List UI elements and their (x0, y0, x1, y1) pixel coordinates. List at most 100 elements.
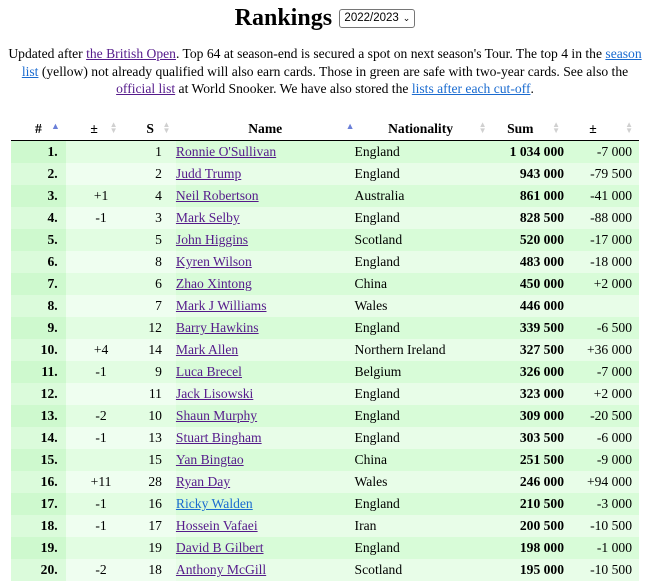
season-select[interactable]: 2022/2023 ⌄ (339, 9, 416, 29)
season-rank: 1 (136, 140, 176, 163)
points-diff: -3 000 (564, 493, 639, 515)
column-header-sum[interactable]: Sum ▲ ▼ (486, 118, 565, 141)
player-name-cell: Mark J Williams (175, 295, 355, 317)
player-link[interactable]: Luca Brecel (176, 364, 242, 379)
player-name-cell: Anthony McGill (175, 559, 355, 581)
column-header-nationality[interactable]: Nationality ▲ ▼ (354, 118, 487, 141)
player-link[interactable]: Stuart Bingham (176, 430, 262, 445)
player-name-cell: Ricky Walden (175, 493, 355, 515)
sort-both-icon: ▲ ▼ (162, 120, 171, 135)
rank-position: 16. (11, 471, 66, 493)
points-diff: -7 000 (564, 140, 639, 163)
rank-position: 20. (11, 559, 66, 581)
rank-change (65, 273, 137, 295)
points-sum: 323 000 (486, 383, 565, 405)
player-link[interactable]: Hossein Vafaei (176, 518, 258, 533)
player-link[interactable]: Zhao Xintong (176, 276, 252, 291)
table-row: 17. -1 16 Ricky Walden England 210 500 -3 000 (11, 493, 639, 515)
points-diff: -10 500 (564, 559, 639, 581)
player-link[interactable]: Anthony McGill (176, 562, 266, 577)
rankings-table: # ▲ ± ▲ ▼ S ▲ ▼ Name ▲ Nationality ▲ ▼ Sum ▲ ▼ ± ▲ ▼… (11, 118, 639, 581)
rank-position: 14. (11, 427, 66, 449)
player-link[interactable]: Ronnie O'Sullivan (176, 144, 276, 159)
nationality: China (354, 449, 487, 471)
intro-text: Updated after (8, 46, 87, 61)
nationality: England (354, 207, 487, 229)
player-link[interactable]: Judd Trump (176, 166, 241, 181)
page-header: Rankings 2022/2023 ⌄ (0, 2, 650, 36)
rank-change (65, 295, 137, 317)
player-link[interactable]: Ryan Day (176, 474, 230, 489)
rank-change (65, 383, 137, 405)
column-label: ± (589, 121, 597, 136)
intro-text: at World Snooker. We have also stored th… (175, 81, 412, 96)
player-link[interactable]: Yan Bingtao (176, 452, 244, 467)
player-name-cell: Stuart Bingham (175, 427, 355, 449)
points-diff: -17 000 (564, 229, 639, 251)
player-link[interactable]: Shaun Murphy (176, 408, 257, 423)
player-link[interactable]: Mark Selby (176, 210, 240, 225)
nationality: Wales (354, 471, 487, 493)
points-sum: 198 000 (486, 537, 565, 559)
column-header-position[interactable]: # ▲ (11, 118, 66, 141)
column-header-season[interactable]: S ▲ ▼ (136, 118, 176, 141)
points-sum: 339 500 (486, 317, 565, 339)
nationality: England (354, 140, 487, 163)
player-link[interactable]: Ricky Walden (176, 496, 253, 511)
table-row: 16. +11 28 Ryan Day Wales 246 000 +94 000 (11, 471, 639, 493)
british-open-link[interactable]: the British Open (86, 46, 176, 61)
player-link[interactable]: David B Gilbert (176, 540, 264, 555)
sort-both-icon: ▲ ▼ (109, 120, 118, 135)
chevron-down-icon: ⌄ (402, 13, 411, 24)
season-rank: 9 (136, 361, 176, 383)
cutoff-lists-link[interactable]: lists after each cut-off (412, 81, 531, 96)
player-link[interactable]: Neil Robertson (176, 188, 259, 203)
season-rank: 17 (136, 515, 176, 537)
player-link[interactable]: Kyren Wilson (176, 254, 252, 269)
points-diff: -9 000 (564, 449, 639, 471)
rank-change: -1 (65, 515, 137, 537)
nationality: England (354, 163, 487, 185)
sort-asc-icon: ▲ (51, 121, 60, 131)
season-rank: 6 (136, 273, 176, 295)
rank-position: 13. (11, 405, 66, 427)
points-diff: -18 000 (564, 251, 639, 273)
points-sum: 520 000 (486, 229, 565, 251)
rank-position: 7. (11, 273, 66, 295)
rank-change: -1 (65, 361, 137, 383)
points-sum: 251 500 (486, 449, 565, 471)
official-list-link[interactable]: official list (116, 81, 175, 96)
rank-change: -1 (65, 207, 137, 229)
player-link[interactable]: Jack Lisowski (176, 386, 253, 401)
rank-change: -1 (65, 493, 137, 515)
points-sum: 327 500 (486, 339, 565, 361)
player-link[interactable]: Mark J Williams (176, 298, 267, 313)
points-diff: -1 000 (564, 537, 639, 559)
player-link[interactable]: Barry Hawkins (176, 320, 259, 335)
player-name-cell: Yan Bingtao (175, 449, 355, 471)
column-header-name[interactable]: Name ▲ (175, 118, 355, 141)
table-row: 1. 1 Ronnie O'Sullivan England 1 034 000 -7 0… (11, 140, 639, 163)
rank-change: +4 (65, 339, 137, 361)
column-header-diff[interactable]: ± ▲ ▼ (564, 118, 639, 141)
rank-change: -1 (65, 427, 137, 449)
player-link[interactable]: Mark Allen (176, 342, 238, 357)
table-row: 13. -2 10 Shaun Murphy England 309 000 -20 500 (11, 405, 639, 427)
rank-position: 4. (11, 207, 66, 229)
rank-change (65, 229, 137, 251)
nationality: Belgium (354, 361, 487, 383)
nationality: England (354, 427, 487, 449)
points-sum: 246 000 (486, 471, 565, 493)
rank-position: 3. (11, 185, 66, 207)
points-sum: 450 000 (486, 273, 565, 295)
season-rank: 28 (136, 471, 176, 493)
nationality: Wales (354, 295, 487, 317)
points-sum: 326 000 (486, 361, 565, 383)
points-sum: 446 000 (486, 295, 565, 317)
season-rank: 4 (136, 185, 176, 207)
points-sum: 210 500 (486, 493, 565, 515)
nationality: England (354, 317, 487, 339)
player-link[interactable]: John Higgins (176, 232, 248, 247)
column-header-change[interactable]: ± ▲ ▼ (65, 118, 137, 141)
player-name-cell: Ryan Day (175, 471, 355, 493)
